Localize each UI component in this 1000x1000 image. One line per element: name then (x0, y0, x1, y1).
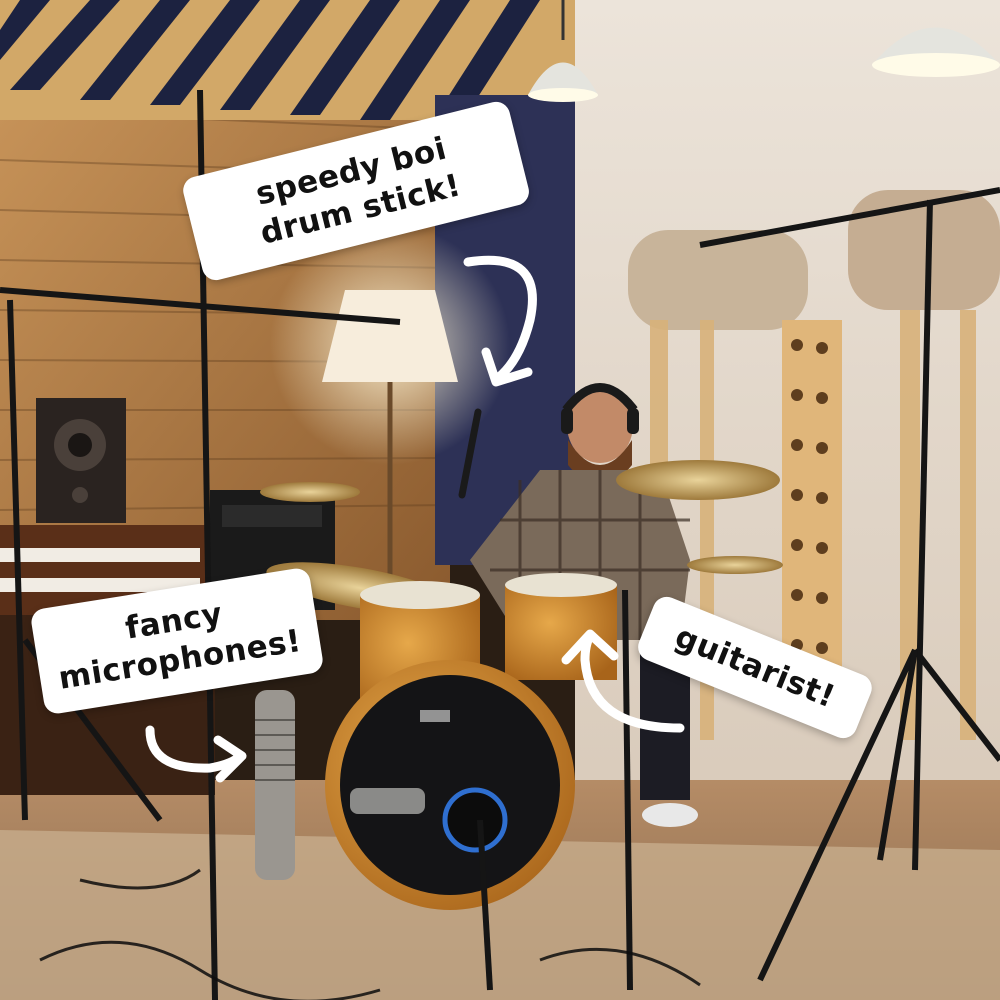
speaker-cabinet (36, 398, 126, 523)
condenser-microphone (255, 690, 295, 880)
hihat-cymbal (687, 556, 783, 574)
kick-microphone (350, 788, 425, 814)
cymbal (260, 482, 360, 502)
wood-diffuser-panel (782, 320, 842, 680)
ride-cymbal (616, 460, 780, 500)
bass-trap-roll (848, 190, 1000, 310)
bass-trap-roll (628, 230, 808, 330)
rack-tom (505, 573, 617, 680)
bass-drum (325, 660, 575, 910)
studio-photo: speedy boi drum stick! fancy microphones… (0, 0, 1000, 1000)
